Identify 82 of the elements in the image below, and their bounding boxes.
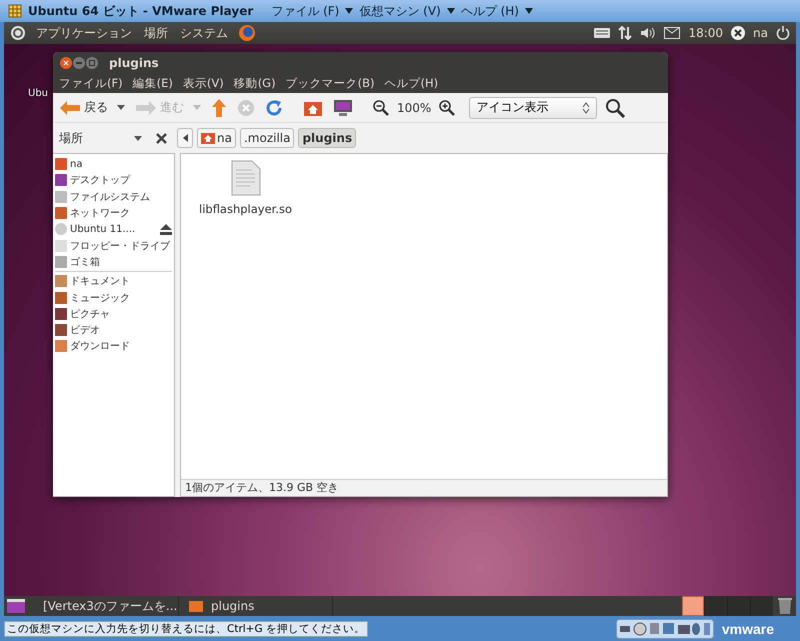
- browser-icon[interactable]: [238, 24, 256, 42]
- zoom-level: 100%: [397, 100, 432, 114]
- sidebar-item[interactable]: ビデオ: [53, 322, 174, 338]
- caret-icon: [117, 105, 125, 110]
- workspace-switcher[interactable]: [682, 596, 704, 616]
- volume-icon[interactable]: [640, 26, 656, 40]
- panel-menu[interactable]: アプリケーション: [34, 24, 134, 42]
- panel-menu[interactable]: 場所: [142, 24, 170, 42]
- menu-item[interactable]: ブックマーク(B): [282, 76, 378, 91]
- menu-item[interactable]: 編集(E): [128, 76, 177, 91]
- workspace-switcher[interactable]: [727, 596, 750, 616]
- sidebar-item[interactable]: ファイルシステム: [53, 188, 174, 205]
- sidebar-item[interactable]: ドキュメント: [53, 273, 174, 290]
- home-folder-icon: [201, 132, 215, 144]
- window-controls-icon[interactable]: [59, 56, 99, 70]
- sidebar-item[interactable]: ピクチャ: [53, 306, 174, 322]
- sidebar-item[interactable]: フロッピー・ドライブ: [53, 237, 174, 254]
- eject-icon[interactable]: [160, 224, 172, 235]
- network-arrows-icon[interactable]: [618, 26, 632, 40]
- menu-item[interactable]: ヘルプ(H): [380, 76, 442, 91]
- path-button[interactable]: plugins: [298, 128, 356, 148]
- user-name[interactable]: na: [753, 26, 768, 40]
- sidebar-item[interactable]: ゴミ箱: [53, 254, 174, 270]
- file-item[interactable]: libflashplayer.so: [199, 160, 292, 216]
- ubuntu-logo-icon[interactable]: [10, 25, 26, 41]
- sidebar-item[interactable]: na: [53, 156, 174, 172]
- caret-icon: [345, 8, 354, 14]
- zoom-out-button[interactable]: [371, 100, 391, 116]
- menu-item[interactable]: ヘルプ (H): [460, 2, 519, 20]
- user-status-icon[interactable]: [731, 26, 746, 40]
- back-button[interactable]: 戻る: [57, 99, 127, 116]
- window-title: Ubuntu 64 ビット - VMware Player: [28, 2, 254, 20]
- scroll-left-button[interactable]: [177, 128, 193, 148]
- sidebar-item[interactable]: ネットワーク: [53, 204, 174, 222]
- workspace-switcher[interactable]: [750, 596, 773, 616]
- place-icon: [55, 158, 67, 170]
- workspace-switcher[interactable]: [704, 596, 727, 616]
- clock[interactable]: 18:00: [688, 26, 724, 40]
- keyboard-icon[interactable]: [594, 27, 610, 39]
- menu-item[interactable]: ファイル(F): [55, 76, 127, 91]
- desktop-icon-label[interactable]: Ubu: [28, 88, 48, 99]
- caret-icon: [193, 105, 201, 110]
- left-arrow-icon: [59, 100, 81, 116]
- sidebar-item[interactable]: ミュージック: [53, 289, 174, 306]
- left-triangle-icon: [182, 134, 188, 142]
- menu-item[interactable]: ファイル (F): [271, 2, 340, 20]
- place-icon: [55, 256, 67, 268]
- spinner-arrows-icon: [582, 102, 590, 114]
- search-button[interactable]: [603, 98, 628, 118]
- grid-icon: [8, 4, 22, 18]
- window-title: plugins: [109, 56, 159, 70]
- place-icon: [55, 240, 67, 252]
- close-icon[interactable]: [156, 132, 167, 144]
- status-text: 1個のアイテム、13.9 GB 空き: [181, 479, 667, 496]
- sidebar-item[interactable]: Ubuntu 11....: [53, 221, 174, 238]
- place-icon: [55, 223, 67, 236]
- computer-button[interactable]: [331, 98, 355, 116]
- menu-item[interactable]: 表示(V): [178, 76, 228, 91]
- menu-item[interactable]: 仮想マシン (V): [359, 2, 441, 20]
- caret-icon[interactable]: [134, 136, 142, 140]
- document-icon: [230, 160, 261, 196]
- device-icons-drawing[interactable]: [616, 618, 714, 638]
- place-icon: [55, 207, 67, 220]
- sidebar-item[interactable]: ダウンロード: [53, 338, 174, 355]
- caret-icon: [446, 8, 455, 14]
- show-desktop-icon[interactable]: [7, 599, 25, 613]
- view-mode-dropdown[interactable]: アイコン表示: [469, 96, 598, 118]
- caret-icon: [524, 8, 533, 14]
- power-icon[interactable]: [776, 26, 790, 40]
- place-icon: [55, 174, 67, 186]
- vmware-logo: vmware: [722, 620, 774, 636]
- path-button[interactable]: .mozilla: [240, 128, 294, 148]
- trash-icon[interactable]: [777, 597, 793, 615]
- path-button[interactable]: na: [197, 128, 236, 148]
- right-arrow-icon: [135, 100, 157, 116]
- menu-item[interactable]: 移動(G): [230, 76, 280, 91]
- sidebar-title[interactable]: 場所: [59, 130, 134, 146]
- panel-menu[interactable]: システム: [178, 24, 230, 42]
- zoom-in-button[interactable]: [437, 100, 458, 116]
- mail-icon[interactable]: [664, 27, 680, 39]
- status-message: この仮想マシンに入力先を切り替えるには、Ctrl+G を押してください。: [4, 620, 368, 636]
- sidebar-item[interactable]: デスクトップ: [53, 172, 174, 189]
